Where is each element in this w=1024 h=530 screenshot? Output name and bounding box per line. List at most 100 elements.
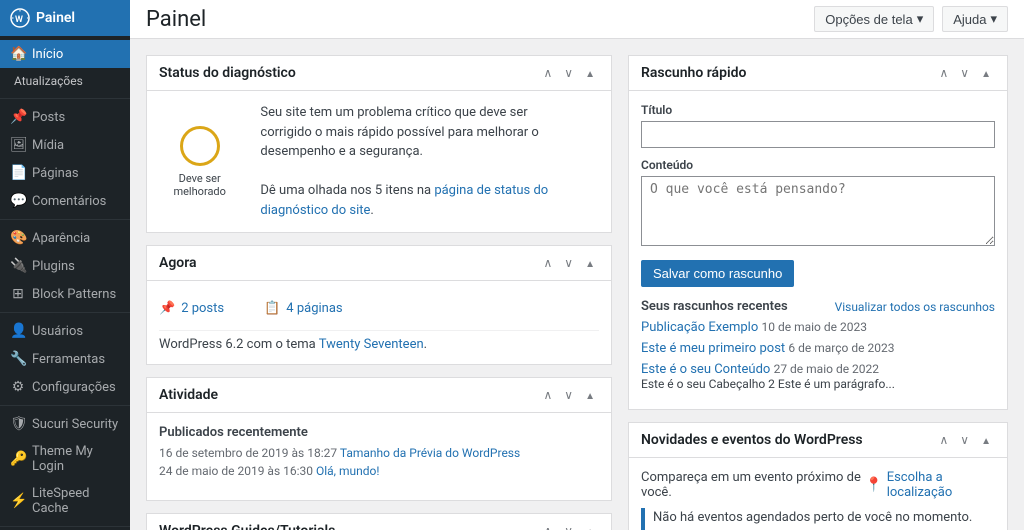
guides-collapse-up[interactable] (540, 522, 557, 530)
agora-collapse-up[interactable] (540, 254, 557, 272)
post-link[interactable]: Tamanho da Prévia do WordPress (340, 446, 520, 460)
rascunho-widget: Rascunho rápido Título Conteúdo (628, 55, 1008, 410)
sidebar-item-label: Block Patterns (32, 287, 116, 302)
no-events-text: Não há eventos agendados perto de você n… (653, 510, 972, 530)
view-all-drafts-link[interactable]: Visualizar todos os rascunhos (835, 300, 995, 314)
pages-icon: 📄 (10, 165, 26, 181)
list-item: Este é meu primeiro post 6 de março de 2… (641, 341, 995, 356)
sidebar-item-ferramentas[interactable]: 🔧 Ferramentas (0, 345, 130, 373)
sidebar-item-atualizacoes[interactable]: Atualizações (0, 68, 130, 94)
status-widget-header: Status do diagnóstico (147, 56, 611, 91)
chevron-down-icon: ▾ (917, 11, 924, 27)
agora-close[interactable] (581, 254, 599, 272)
draft-date: 10 de maio de 2023 (762, 320, 867, 334)
sidebar-item-thememylogin[interactable]: 🔑 Theme My Login (0, 438, 130, 480)
guides-widget: WordPress Guides/Tutorials 15 MAY (146, 513, 612, 530)
sidebar-item-configuracoes[interactable]: ⚙ Configurações (0, 373, 130, 401)
novidades-collapse-up[interactable] (936, 431, 953, 449)
atividade-collapse-up[interactable] (540, 386, 557, 404)
sidebar-item-label: Theme My Login (32, 444, 120, 474)
novidades-widget-title: Novidades e eventos do WordPress (641, 432, 863, 448)
titulo-field-group: Título (641, 103, 995, 148)
sidebar-item-plugins[interactable]: 🔌 Plugins (0, 252, 130, 280)
sidebar-item-label: Mídia (32, 138, 64, 153)
sidebar-item-label: Configurações (32, 380, 116, 395)
novidades-widget-body: Compareça em um evento próximo de você. … (629, 458, 1007, 530)
posts-icon: 📌 (10, 109, 26, 125)
pages-icon: 📋 (264, 301, 280, 316)
sidebar-nav: 🏠 Início Atualizações 📌 Posts 🖼 Mídia 📄 … (0, 36, 130, 530)
atividade-collapse-down[interactable] (560, 386, 577, 404)
guides-close[interactable] (581, 522, 599, 530)
rascunho-collapse-down[interactable] (956, 64, 973, 82)
posts-link[interactable]: 2 posts (181, 301, 224, 316)
atividade-section: Publicados recentemente 16 de setembro d… (159, 425, 599, 478)
widget-controls (540, 386, 600, 404)
settings-icon: ⚙ (10, 379, 26, 395)
list-item: 16 de setembro de 2019 às 18:27 Tamanho … (159, 446, 599, 460)
content-area: Status do diagnóstico Deve ser melhorado… (130, 39, 1024, 530)
rascunho-collapse-up[interactable] (936, 64, 953, 82)
sidebar-item-label: Aparência (32, 231, 90, 246)
page-title: Painel (146, 7, 206, 32)
titulo-input[interactable] (641, 121, 995, 148)
list-item: 24 de maio de 2019 às 16:30 Olá, mundo! (159, 464, 599, 478)
svg-text:W: W (15, 15, 23, 25)
collapse-down-button[interactable] (560, 64, 577, 82)
save-draft-button[interactable]: Salvar como rascunho (641, 260, 794, 287)
rascunho-widget-header: Rascunho rápido (629, 56, 1007, 91)
theme-link[interactable]: Twenty Seventeen (319, 337, 424, 352)
guides-collapse-down[interactable] (560, 522, 577, 530)
guides-widget-header: WordPress Guides/Tutorials (147, 514, 611, 530)
draft-link[interactable]: Publicação Exemplo (641, 320, 758, 335)
guides-widget-title: WordPress Guides/Tutorials (159, 523, 335, 530)
novidades-collapse-down[interactable] (956, 431, 973, 449)
sidebar-item-posts[interactable]: 📌 Posts (0, 103, 130, 131)
draft-link[interactable]: Este é meu primeiro post (641, 341, 785, 356)
status-widget-title: Status do diagnóstico (159, 65, 296, 81)
novidades-close[interactable] (977, 431, 995, 449)
location-link[interactable]: Escolha a localização (887, 470, 995, 500)
sidebar-item-sucuri[interactable]: 🛡 Sucuri Security (0, 410, 130, 438)
agora-wp-info: WordPress 6.2 com o tema Twenty Seventee… (159, 330, 599, 352)
post-link[interactable]: Olá, mundo! (316, 464, 380, 478)
sidebar-item-litespeed[interactable]: ⚡ LiteSpeed Cache (0, 480, 130, 522)
atividade-close[interactable] (581, 386, 599, 404)
rascunho-close[interactable] (977, 64, 995, 82)
widget-controls (936, 431, 996, 449)
sidebar-item-aparencia[interactable]: 🎨 Aparência (0, 224, 130, 252)
screen-options-button[interactable]: Opções de tela ▾ (814, 6, 934, 32)
help-button[interactable]: Ajuda ▾ (942, 6, 1008, 32)
close-widget-button[interactable] (581, 64, 599, 82)
agora-collapse-down[interactable] (560, 254, 577, 272)
sidebar-item-inicio[interactable]: 🏠 Início (0, 40, 130, 68)
sidebar-item-midia[interactable]: 🖼 Mídia (0, 131, 130, 159)
topbar: Painel Opções de tela ▾ Ajuda ▾ (130, 0, 1024, 39)
sidebar-item-paginas[interactable]: 📄 Páginas (0, 159, 130, 187)
agora-stats: 📌 2 posts 📋 4 páginas (159, 293, 599, 324)
sidebar-item-label: Plugins (32, 259, 75, 274)
draft-link[interactable]: Este é o seu Conteúdo (641, 362, 770, 377)
sidebar-item-label: Ferramentas (32, 352, 105, 367)
pages-link[interactable]: 4 páginas (286, 301, 342, 316)
rascunhos-header: Seus rascunhos recentes Visualizar todos… (641, 299, 995, 314)
conteudo-label: Conteúdo (641, 158, 995, 172)
conteudo-textarea[interactable] (641, 176, 995, 246)
screen-options-label: Opções de tela (825, 12, 912, 27)
sidebar-item-label: Sucuri Security (32, 417, 118, 432)
sidebar-item-comentarios[interactable]: 💬 Comentários (0, 187, 130, 215)
status-circle (180, 126, 220, 166)
sidebar-item-usuarios[interactable]: 👤 Usuários (0, 317, 130, 345)
status-widget: Status do diagnóstico Deve ser melhorado… (146, 55, 612, 233)
widget-controls (540, 522, 600, 530)
draft-date: 6 de março de 2023 (788, 341, 894, 355)
post-pin-icon: 📌 (159, 301, 175, 316)
atividade-widget-header: Atividade (147, 378, 611, 413)
sidebar-item-blockpatterns[interactable]: ⊞ Block Patterns (0, 280, 130, 308)
plugins-icon: 🔌 (10, 258, 26, 274)
status-label: Deve ser melhorado (159, 172, 240, 198)
atividade-heading: Publicados recentemente (159, 425, 599, 440)
atividade-widget-body: Publicados recentemente 16 de setembro d… (147, 413, 611, 500)
collapse-up-button[interactable] (540, 64, 557, 82)
rascunho-widget-body: Título Conteúdo Salvar como rascunho Seu… (629, 91, 1007, 409)
